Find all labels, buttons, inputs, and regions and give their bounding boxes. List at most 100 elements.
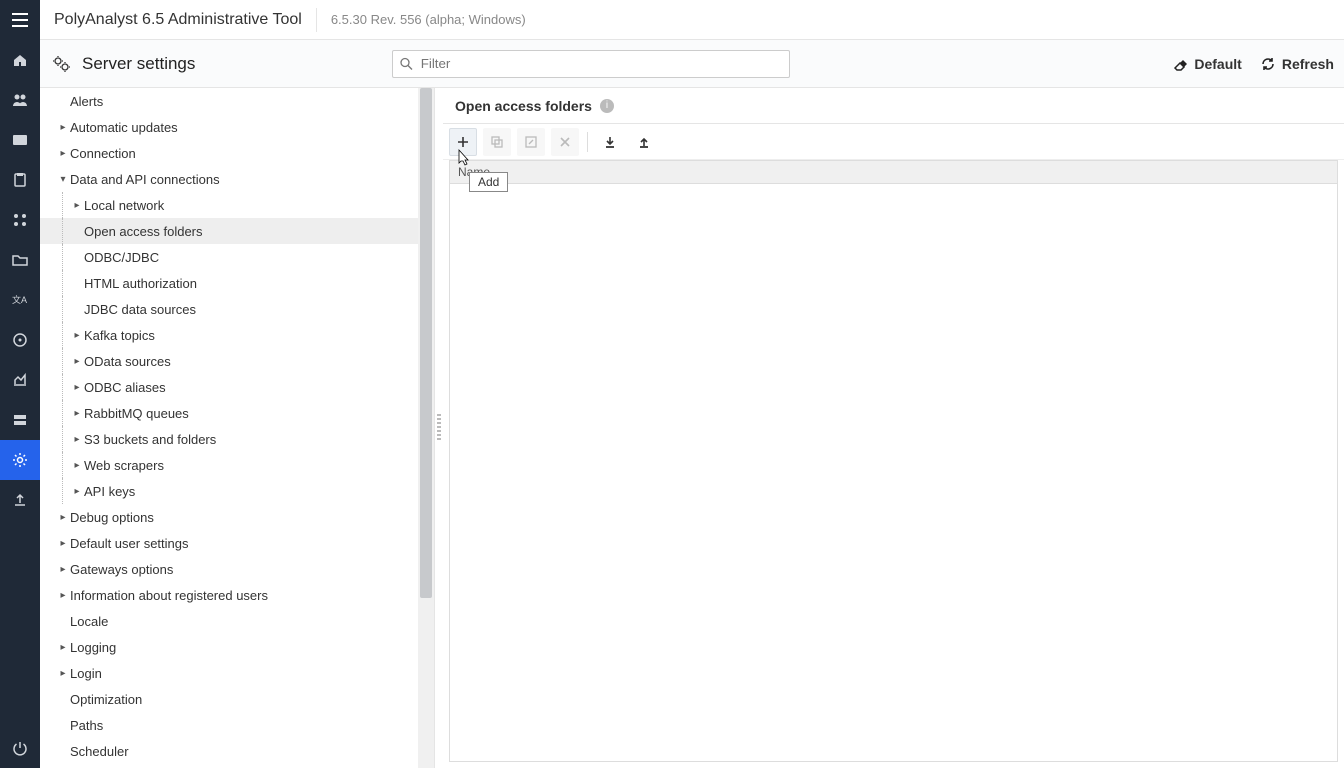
tree-item[interactable]: ▸Debug options [40,504,418,530]
nav-home-icon[interactable] [0,40,40,80]
caret-right-icon: ▸ [58,148,68,159]
tree-item[interactable]: ▸OData sources [40,348,418,374]
caret-right-icon: ▸ [72,460,82,471]
caret-right-icon: ▸ [72,200,82,211]
nav-chart-icon[interactable] [0,360,40,400]
tree-item[interactable]: ▸API keys [40,478,418,504]
tree-item-label: Alerts [70,94,103,109]
tree-item-label: Connection [70,146,136,161]
tree-item[interactable]: ODBC/JDBC [40,244,418,270]
left-nav: 文A [0,40,40,768]
upload-icon [637,135,651,149]
tree-item-label: Kafka topics [84,328,155,343]
refresh-icon [1260,56,1276,72]
gears-icon [50,54,72,74]
tree-item[interactable]: ▸Default user settings [40,530,418,556]
caret-right-icon: ▸ [58,564,68,575]
tree-item[interactable]: HTML authorization [40,270,418,296]
tree-item[interactable]: ▸Web scrapers [40,452,418,478]
nav-clipboard-icon[interactable] [0,160,40,200]
tree-item[interactable]: Alerts [40,88,418,114]
tree-item-label: Open access folders [84,224,203,239]
grid-body [449,184,1338,762]
download-icon [603,135,617,149]
default-button[interactable]: Default [1172,56,1241,72]
nav-schedule-icon[interactable] [0,320,40,360]
top-bar: PolyAnalyst 6.5 Administrative Tool 6.5.… [0,0,1344,40]
tree-item[interactable]: ▸RabbitMQ queues [40,400,418,426]
tree-item[interactable]: Optimization [40,686,418,712]
add-button[interactable] [449,128,477,156]
nav-power-icon[interactable] [0,728,40,768]
nav-upload-icon[interactable] [0,480,40,520]
grid-header[interactable]: Name [449,160,1338,184]
copy-button [483,128,511,156]
tree-item[interactable]: ▸Kafka topics [40,322,418,348]
tree-item[interactable]: ▸Logging [40,634,418,660]
tree-item-label: Login [70,666,102,681]
tree-item-label: Logging [70,640,116,655]
tree-item[interactable]: Paths [40,712,418,738]
app-title: PolyAnalyst 6.5 Administrative Tool [40,11,316,29]
svg-text:文A: 文A [12,294,27,305]
close-icon [558,135,572,149]
nav-server-icon[interactable] [0,400,40,440]
nav-badge-icon[interactable] [0,120,40,160]
delete-button [551,128,579,156]
menu-toggle-button[interactable] [0,0,40,40]
tree-item-label: ODBC/JDBC [84,250,159,265]
tree-item-label: Information about registered users [70,588,268,603]
tree-item[interactable]: ▸S3 buckets and folders [40,426,418,452]
refresh-button[interactable]: Refresh [1260,56,1334,72]
tree-item[interactable]: Locale [40,608,418,634]
nav-translate-icon[interactable]: 文A [0,280,40,320]
upload-button[interactable] [630,128,658,156]
tree-item-label: Locale [70,614,108,629]
tree-item[interactable]: ▸Connection [40,140,418,166]
tree-item-label: API keys [84,484,135,499]
tree-item-label: Paths [70,718,103,733]
tree-item-label: Scheduler [70,744,129,759]
app-version: 6.5.30 Rev. 556 (alpha; Windows) [316,8,540,32]
tree-item[interactable]: ▸ODBC aliases [40,374,418,400]
tree-item[interactable]: Scheduler [40,738,418,764]
tree-item-label: Web scrapers [84,458,164,473]
caret-right-icon: ▸ [72,408,82,419]
caret-right-icon: ▸ [72,382,82,393]
info-icon[interactable]: i [600,99,614,113]
grid-col-name: Name [458,165,490,179]
nav-settings-icon[interactable] [0,440,40,480]
tree-item[interactable]: JDBC data sources [40,296,418,322]
nav-folder-icon[interactable] [0,240,40,280]
tree-item[interactable]: ▸Local network [40,192,418,218]
split-drag-handle[interactable] [435,88,443,768]
page-title: Server settings [82,54,195,74]
caret-right-icon: ▸ [58,642,68,653]
detail-title: Open access folders [455,98,592,114]
caret-right-icon: ▸ [58,668,68,679]
tree-scrollbar[interactable] [418,88,434,768]
tree-item-label: ODBC aliases [84,380,166,395]
caret-right-icon: ▸ [58,512,68,523]
tree-item-label: HTML authorization [84,276,197,291]
search-icon [400,57,413,70]
tree-item[interactable]: ▸Login [40,660,418,686]
tree-item-label: Data and API connections [70,172,220,187]
tree-item[interactable]: Open access folders [40,218,418,244]
caret-right-icon: ▸ [72,434,82,445]
edit-button [517,128,545,156]
nav-modules-icon[interactable] [0,200,40,240]
caret-right-icon: ▸ [72,486,82,497]
download-button[interactable] [596,128,624,156]
settings-tree[interactable]: Alerts▸Automatic updates▸Connection▾Data… [40,88,418,768]
plus-icon [456,135,470,149]
filter-input[interactable] [392,50,790,78]
tree-item[interactable]: ▾Data and API connections [40,166,418,192]
tree-item[interactable]: ▸Gateways options [40,556,418,582]
tree-item-label: RabbitMQ queues [84,406,189,421]
tree-item[interactable]: ▸Automatic updates [40,114,418,140]
tree-item[interactable]: ▸Information about registered users [40,582,418,608]
nav-users-icon[interactable] [0,80,40,120]
tree-item-label: OData sources [84,354,171,369]
hamburger-icon [12,13,28,27]
